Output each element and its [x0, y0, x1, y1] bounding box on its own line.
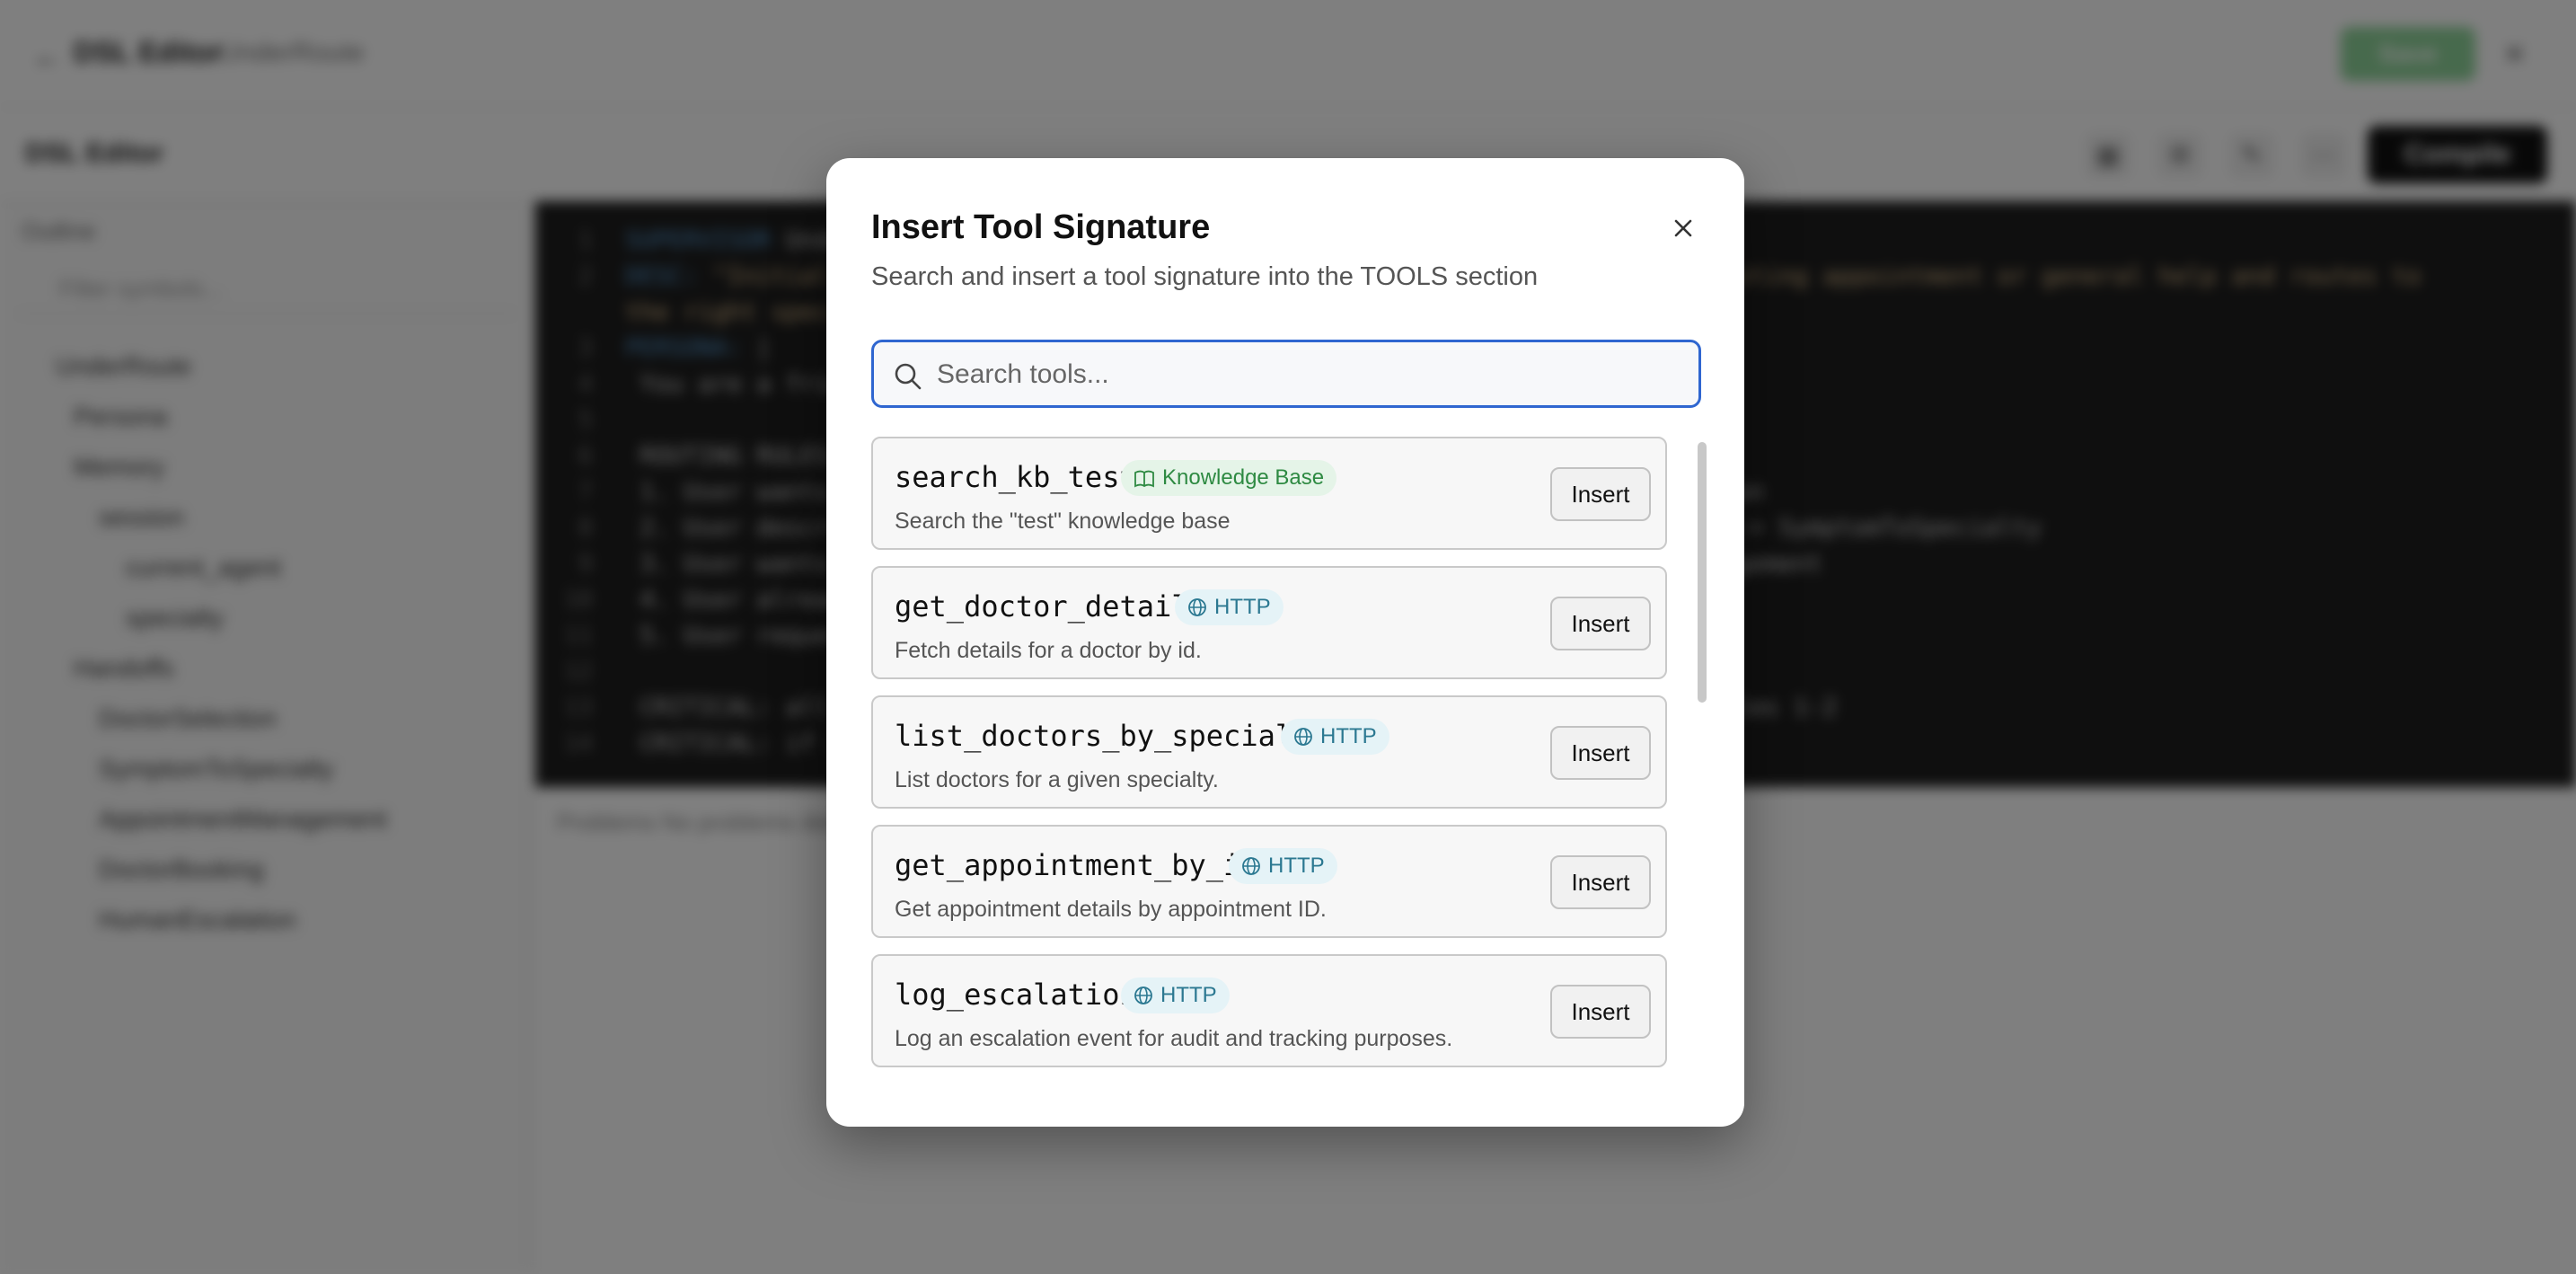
tool-card[interactable]: log_escalation HTTP Log an escalation ev… [871, 954, 1667, 1067]
tool-name: log_escalation [895, 978, 1137, 1012]
list-scrollbar[interactable] [1698, 442, 1707, 703]
book-icon [1134, 470, 1154, 488]
tool-card[interactable]: get_doctor_details HTTP Fetch details fo… [871, 566, 1667, 679]
dialog-title: Insert Tool Signature [871, 208, 1211, 246]
close-icon [1674, 219, 1692, 237]
tool-description: List doctors for a given specialty. [895, 767, 1219, 792]
globe-icon [1134, 986, 1152, 1004]
search-field[interactable] [871, 340, 1701, 408]
tool-type-label: HTTP [1268, 854, 1325, 878]
globe-icon [1294, 728, 1312, 746]
tool-card[interactable]: search_kb_test Knowledge Base Search the… [871, 437, 1667, 550]
tool-type-label: HTTP [1214, 595, 1271, 619]
tool-description: Fetch details for a doctor by id. [895, 638, 1202, 663]
insert-button[interactable]: Insert [1550, 726, 1651, 780]
insert-button[interactable]: Insert [1550, 597, 1651, 650]
insert-button[interactable]: Insert [1550, 855, 1651, 909]
tool-type-label: HTTP [1160, 983, 1217, 1007]
tool-description: Search the "test" knowledge base [895, 509, 1231, 534]
tool-type-badge: HTTP [1229, 848, 1337, 884]
tool-card[interactable]: list_doctors_by_specialty HTTP List doct… [871, 695, 1667, 809]
globe-icon [1188, 598, 1206, 616]
tool-type-badge: HTTP [1175, 589, 1284, 625]
search-icon [895, 363, 922, 390]
tool-name: get_appointment_by_id [895, 848, 1258, 882]
tool-description: Log an escalation event for audit and tr… [895, 1026, 1453, 1051]
tool-description: Get appointment details by appointment I… [895, 897, 1327, 922]
globe-icon [1242, 857, 1260, 875]
tool-name: get_doctor_details [895, 589, 1206, 624]
insert-tool-dialog: Insert Tool Signature Search and insert … [826, 158, 1744, 1127]
tool-name: search_kb_test [895, 460, 1137, 494]
tool-type-label: Knowledge Base [1162, 465, 1325, 490]
tool-type-badge: Knowledge Base [1121, 460, 1337, 496]
tool-type-badge: HTTP [1281, 719, 1389, 755]
tool-card[interactable]: get_appointment_by_id HTTP Get appointme… [871, 825, 1667, 938]
close-dialog-button[interactable] [1660, 205, 1707, 252]
dialog-description: Search and insert a tool signature into … [871, 262, 1539, 291]
search-input[interactable] [937, 355, 1673, 394]
tool-list[interactable]: search_kb_test Knowledge Base Search the… [871, 437, 1707, 1101]
tool-type-label: HTTP [1320, 724, 1377, 748]
tool-type-badge: HTTP [1121, 978, 1230, 1013]
tool-name: list_doctors_by_specialty [895, 719, 1328, 753]
insert-button[interactable]: Insert [1550, 985, 1651, 1039]
insert-button[interactable]: Insert [1550, 467, 1651, 521]
